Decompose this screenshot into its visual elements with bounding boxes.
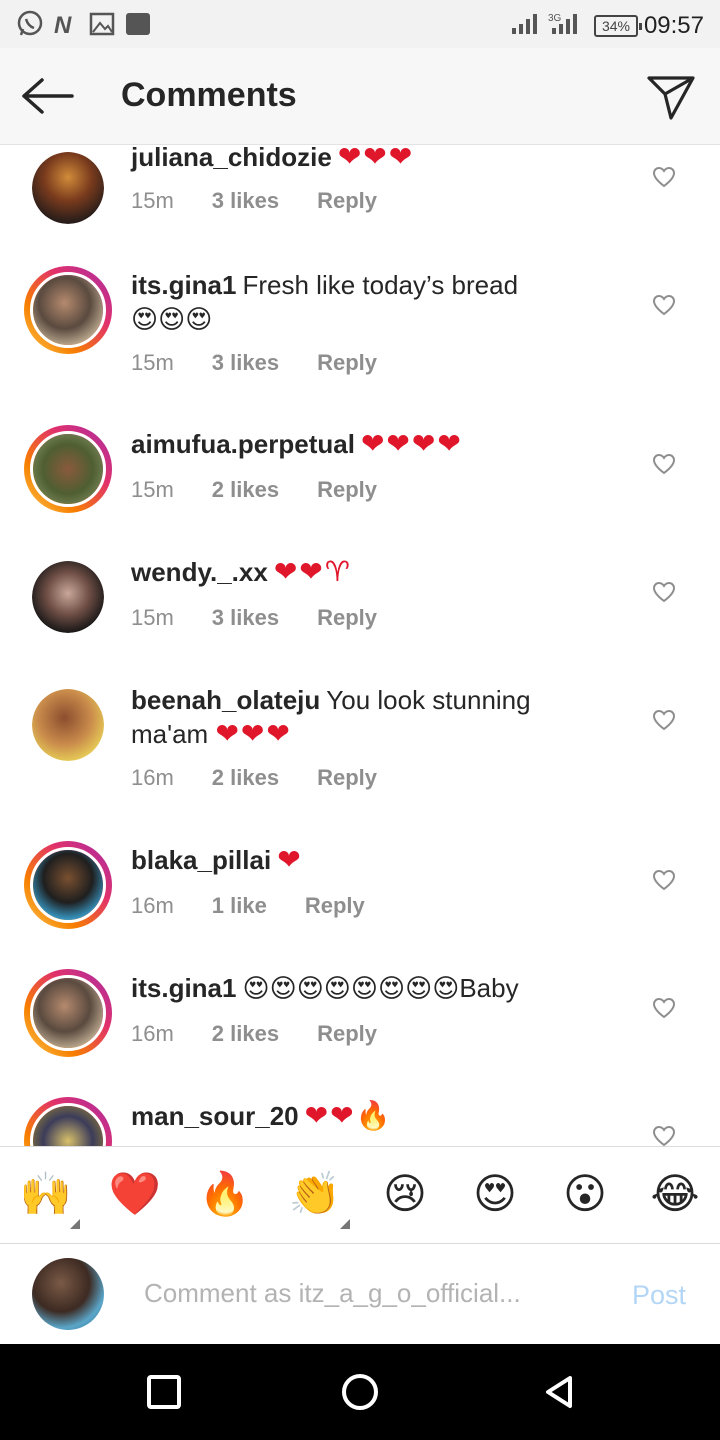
avatar[interactable]	[24, 1097, 112, 1146]
svg-text:3G: 3G	[548, 13, 562, 24]
recents-square-icon[interactable]	[146, 1374, 182, 1410]
comment-list[interactable]: juliana_chidozie ❤❤❤ 15m 3 likes Reply its.…	[0, 145, 720, 1146]
comment-time: 15m	[131, 605, 174, 630]
avatar[interactable]	[24, 553, 112, 641]
avatar[interactable]	[24, 969, 112, 1057]
signal-3g-icon: 3G	[548, 13, 577, 34]
comment-emojis: 😍😍😍😍😍😍😍😍	[242, 974, 460, 1004]
like-heart-icon[interactable]	[652, 869, 676, 891]
avatar[interactable]	[24, 841, 112, 929]
comment-emojis: ❤❤❤	[337, 145, 415, 173]
comment-time: 15m	[131, 350, 174, 375]
comment-emojis: ❤❤❤❤	[360, 427, 463, 460]
comment-likes[interactable]: 1 like	[212, 893, 267, 919]
reply-button[interactable]: Reply	[317, 1021, 377, 1047]
comment-username[interactable]: beenah_olateju	[131, 685, 320, 715]
reply-button[interactable]: Reply	[317, 605, 377, 631]
avatar[interactable]	[24, 425, 112, 513]
comment-emojis: ❤❤❤	[215, 717, 292, 750]
avatar[interactable]	[24, 145, 112, 232]
signal-icon	[512, 14, 537, 34]
like-heart-icon[interactable]	[652, 997, 676, 1019]
fire-emoji[interactable]: 🔥	[197, 1169, 253, 1219]
comment-username[interactable]: wendy._.xx	[131, 557, 268, 587]
comment-time: 16m	[131, 893, 174, 918]
comment-emojis: ❤❤🔥	[304, 1099, 393, 1132]
comment-likes[interactable]: 3 likes	[212, 605, 279, 631]
avatar[interactable]	[24, 681, 112, 769]
like-heart-icon[interactable]	[652, 453, 676, 475]
comment-text: Fresh like today’s bread	[242, 270, 519, 300]
comment-likes[interactable]: 2 likes	[212, 1021, 279, 1047]
like-heart-icon[interactable]	[652, 166, 676, 188]
whatsapp-icon	[17, 10, 43, 36]
comment-likes[interactable]: 3 likes	[212, 188, 279, 214]
red-heart-emoji[interactable]: ❤️	[107, 1169, 163, 1219]
post-button[interactable]: Post	[632, 1280, 686, 1311]
reply-button[interactable]: Reply	[317, 477, 377, 503]
comment-composer: Post	[0, 1244, 720, 1344]
avatar[interactable]	[24, 266, 112, 354]
avatar	[32, 1258, 104, 1330]
comment-username[interactable]: blaka_pillai	[131, 845, 271, 875]
paper-plane-icon[interactable]	[645, 72, 697, 122]
back-triangle-icon[interactable]	[542, 1374, 578, 1410]
comment-likes[interactable]: 2 likes	[212, 765, 279, 791]
heart-eyes-emoji[interactable]: 😍	[467, 1169, 523, 1219]
comment-time: 16m	[131, 1021, 174, 1046]
comment-likes[interactable]: 3 likes	[212, 350, 279, 376]
emoji-variant-indicator	[70, 1219, 80, 1229]
emoji-quick-bar: 🙌 ❤️ 🔥 👏 😢 😍 😮 😂	[0, 1146, 720, 1244]
clock: 09:57	[643, 12, 704, 39]
comment-emojis: 😍😍😍	[131, 305, 213, 335]
comment-input[interactable]	[144, 1278, 574, 1309]
comment-time: 15m	[131, 477, 174, 502]
reply-button[interactable]: Reply	[317, 188, 377, 214]
reply-button[interactable]: Reply	[317, 350, 377, 376]
comment-time: 16m	[131, 765, 174, 790]
system-nav-bar	[0, 1344, 720, 1440]
status-bar: N 3G 34% 09:57	[0, 0, 720, 48]
like-heart-icon[interactable]	[652, 709, 676, 731]
like-heart-icon[interactable]	[652, 294, 676, 316]
reply-button[interactable]: Reply	[305, 893, 365, 919]
battery-indicator: 34%	[594, 15, 642, 37]
comment-emojis: ❤❤♈	[273, 555, 352, 588]
emoji-variant-indicator	[340, 1219, 350, 1229]
clapping-hands-emoji[interactable]: 👏	[287, 1169, 343, 1219]
comments-header: Comments	[0, 48, 720, 145]
comment-username[interactable]: aimufua.perpetual	[131, 429, 355, 459]
gallery-icon	[89, 12, 115, 36]
raising-hands-emoji[interactable]: 🙌	[18, 1169, 74, 1219]
nairaland-icon: N	[54, 12, 72, 38]
tears-of-joy-emoji[interactable]: 😂	[647, 1169, 703, 1219]
crying-face-emoji[interactable]: 😢	[377, 1169, 433, 1219]
comment-username[interactable]: its.gina1	[131, 973, 236, 1003]
reply-button[interactable]: Reply	[317, 765, 377, 791]
comment-text: Baby	[459, 973, 519, 1003]
svg-text:N: N	[54, 12, 72, 38]
comment-emojis: ❤	[277, 843, 303, 876]
comment-username[interactable]: its.gina1	[131, 270, 236, 300]
comment-likes[interactable]: 2 likes	[212, 477, 279, 503]
arrow-left-icon[interactable]	[20, 76, 76, 116]
surprised-face-emoji[interactable]: 😮	[557, 1169, 613, 1219]
comment-time: 15m	[131, 188, 174, 213]
page-title: Comments	[121, 76, 297, 114]
home-circle-icon[interactable]	[340, 1372, 380, 1412]
app-icon	[126, 13, 150, 35]
comment-username[interactable]: man_sour_20	[131, 1101, 299, 1131]
comment-username[interactable]: juliana_chidozie	[131, 145, 332, 172]
like-heart-icon[interactable]	[652, 1125, 676, 1146]
like-heart-icon[interactable]	[652, 581, 676, 603]
